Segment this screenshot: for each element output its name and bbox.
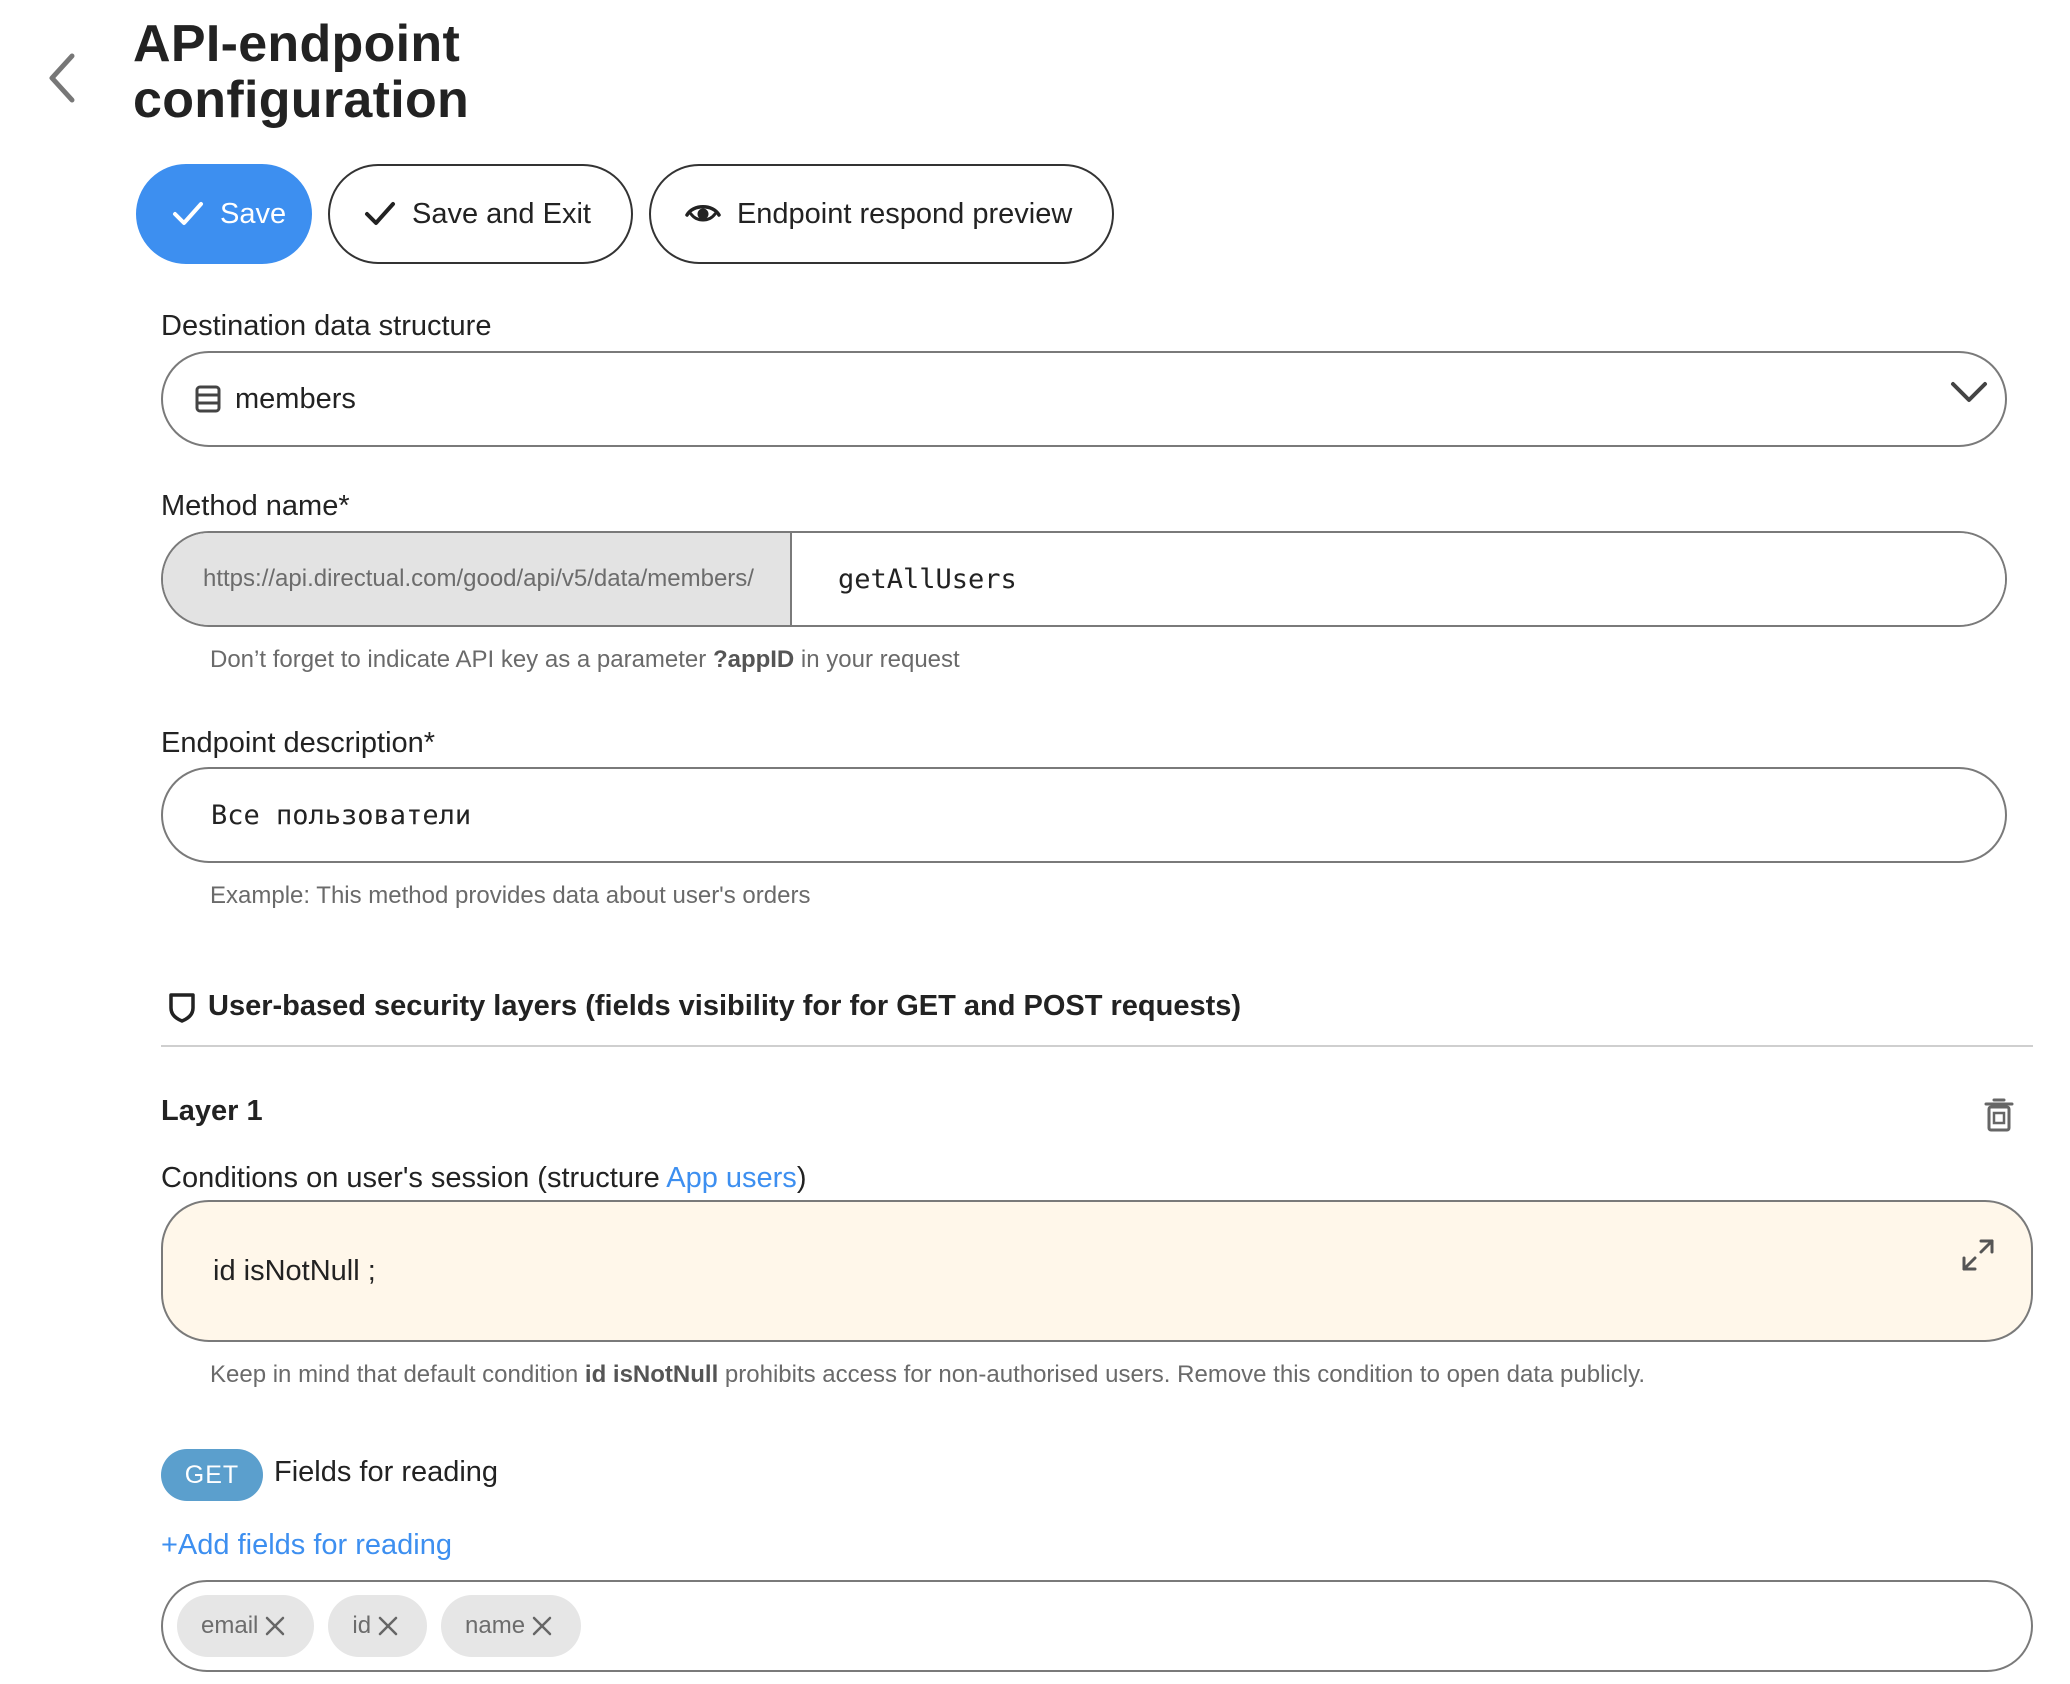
close-icon xyxy=(266,1616,285,1636)
checkmark-icon xyxy=(365,202,395,225)
method-name-input[interactable] xyxy=(792,533,2005,625)
add-fields-for-reading-link[interactable]: +Add fields for reading xyxy=(161,1529,452,1562)
fields-for-reading-label: Fields for reading xyxy=(274,1456,499,1488)
conditions-label: Conditions on user's session (structure … xyxy=(161,1162,807,1194)
conditions-hint: Keep in mind that default condition id i… xyxy=(210,1361,1645,1388)
destination-select[interactable]: members xyxy=(161,351,2007,447)
page-title-line1: API-endpoint xyxy=(133,15,461,73)
endpoint-preview-label: Endpoint respond preview xyxy=(736,197,1073,230)
save-button[interactable]: Save xyxy=(136,164,312,264)
back-button[interactable] xyxy=(42,50,82,106)
field-tag-email: email xyxy=(177,1595,315,1657)
description-label: Endpoint description* xyxy=(161,727,436,759)
remove-tag-button[interactable] xyxy=(531,1615,553,1637)
destination-value: members xyxy=(235,382,356,415)
endpoint-preview-button[interactable]: Endpoint respond preview xyxy=(648,164,1115,264)
checkmark-icon xyxy=(173,202,203,225)
section-divider xyxy=(161,1045,2033,1047)
shield-icon xyxy=(169,992,195,1023)
layer-title: Layer 1 xyxy=(161,1095,263,1127)
delete-layer-button[interactable] xyxy=(1984,1098,2014,1137)
chevron-down-icon xyxy=(1951,382,1987,402)
save-and-exit-label: Save and Exit xyxy=(412,197,591,230)
method-name-label: Method name* xyxy=(161,490,350,522)
close-icon xyxy=(532,1616,552,1636)
save-button-label: Save xyxy=(220,197,287,230)
remove-tag-button[interactable] xyxy=(264,1615,286,1637)
description-input[interactable] xyxy=(161,767,2007,863)
security-layers-heading: User-based security layers (fields visib… xyxy=(168,990,1241,1023)
close-icon xyxy=(378,1616,398,1636)
description-hint: Example: This method provides data about… xyxy=(210,882,811,909)
appid-param: ?appID xyxy=(712,646,795,673)
page-title: API-endpoint configuration xyxy=(133,16,469,128)
expand-icon xyxy=(1962,1239,1994,1271)
get-method-badge: GET xyxy=(161,1449,263,1501)
reading-fields-input[interactable]: email id name xyxy=(161,1580,2033,1672)
chevron-left-icon xyxy=(49,53,75,103)
trash-icon xyxy=(1984,1098,2014,1132)
remove-tag-button[interactable] xyxy=(377,1615,399,1637)
database-icon xyxy=(195,385,221,413)
field-tag-name: name xyxy=(441,1595,582,1657)
eye-icon xyxy=(685,205,721,222)
toolbar: Save Save and Exit Endpoint respond prev… xyxy=(136,164,1115,264)
tag-label: name xyxy=(465,1612,526,1639)
conditions-editor[interactable]: id isNotNull ; xyxy=(161,1200,2033,1342)
method-url-prefix: https://api.directual.com/good/api/v5/da… xyxy=(163,533,792,625)
method-name-hint: Don’t forget to indicate API key as a pa… xyxy=(210,646,960,673)
condition-value: id isNotNull ; xyxy=(213,1254,376,1287)
default-condition: id isNotNull xyxy=(584,1361,719,1388)
app-users-link[interactable]: App users xyxy=(666,1162,797,1194)
save-and-exit-button[interactable]: Save and Exit xyxy=(328,164,633,264)
expand-button[interactable] xyxy=(1961,1238,1995,1280)
page-title-line2: configuration xyxy=(133,71,470,129)
security-layers-title: User-based security layers (fields visib… xyxy=(208,990,1242,1022)
field-tag-id: id xyxy=(328,1595,428,1657)
tag-label: id xyxy=(352,1612,372,1639)
method-name-field: https://api.directual.com/good/api/v5/da… xyxy=(161,531,2007,627)
tag-label: email xyxy=(201,1612,259,1639)
destination-label: Destination data structure xyxy=(161,310,492,342)
